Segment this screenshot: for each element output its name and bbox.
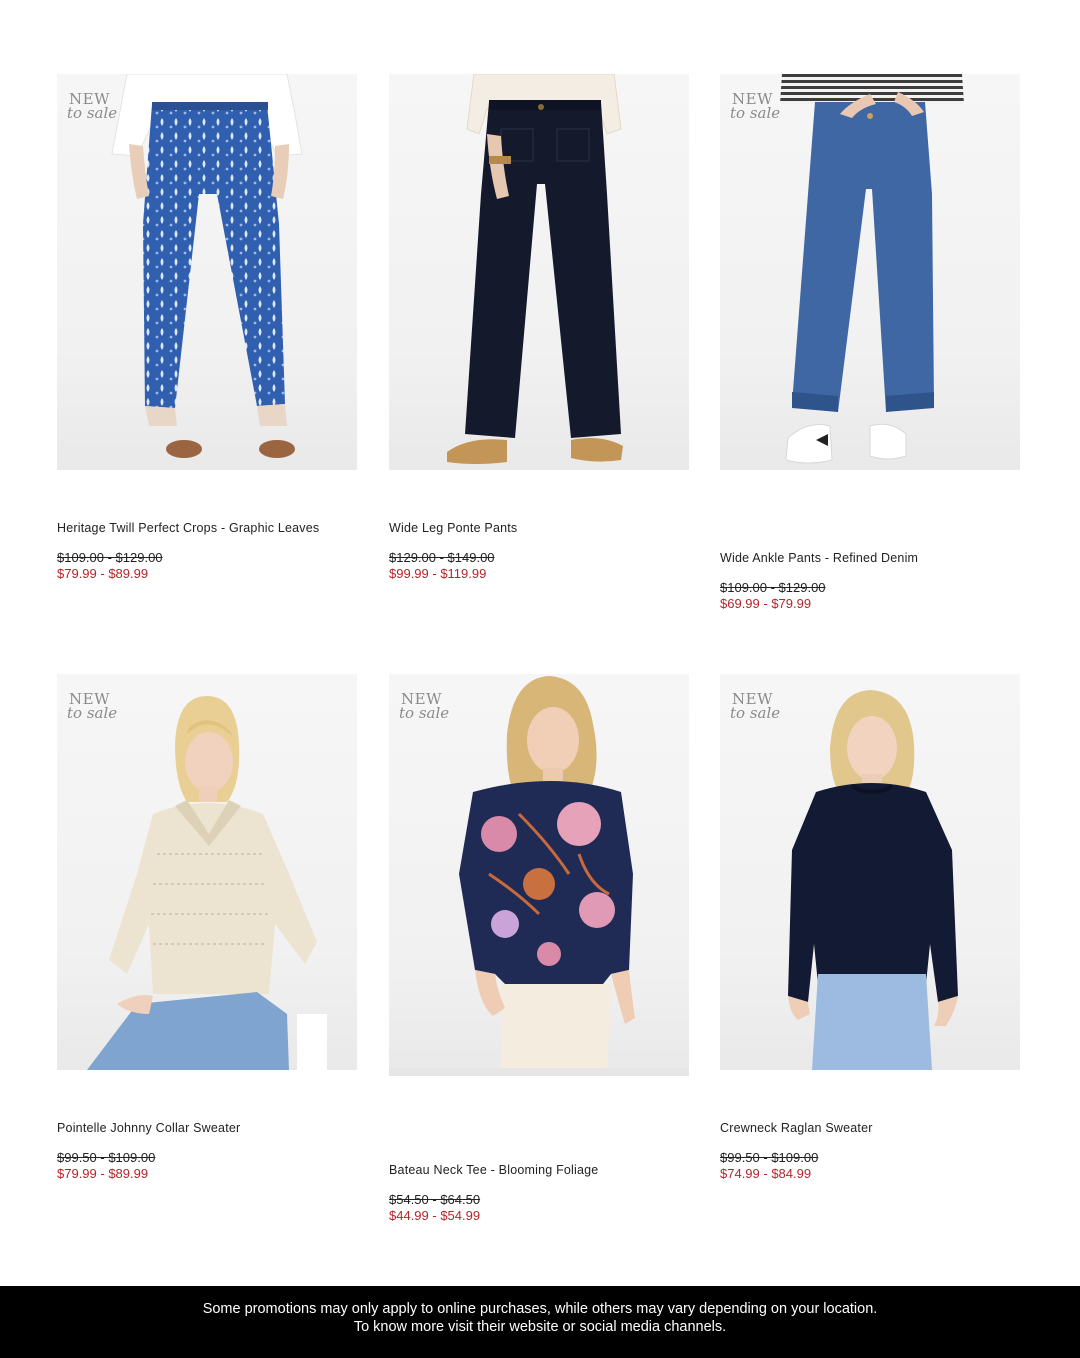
original-price: $109.00 - $129.00 — [57, 550, 163, 565]
sale-price: $79.99 - $89.99 — [57, 566, 149, 581]
new-to-sale-badge: NEW to sale — [399, 692, 450, 722]
product-name[interactable]: Heritage Twill Perfect Crops - Graphic L… — [57, 521, 319, 535]
new-to-sale-badge: NEW to sale — [730, 692, 781, 722]
disclaimer-line-1: Some promotions may only apply to online… — [202, 1301, 878, 1317]
disclaimer-line-2: To know more visit their website or soci… — [353, 1319, 727, 1335]
new-to-sale-badge: NEW to sale — [67, 92, 118, 122]
product-name[interactable]: Wide Leg Ponte Pants — [389, 521, 517, 535]
product-image[interactable]: NEW to sale — [720, 74, 1020, 470]
product-image[interactable]: NEW to sale — [57, 674, 357, 1070]
badge-line-to-sale: to sale — [67, 104, 118, 122]
product-image[interactable]: NEW to sale — [57, 74, 357, 470]
sale-price: $74.99 - $84.99 — [720, 1166, 812, 1181]
sale-price: $44.99 - $54.99 — [389, 1208, 481, 1223]
original-price: $109.00 - $129.00 — [720, 580, 826, 595]
promo-disclaimer-footer: Some promotions may only apply to online… — [0, 1286, 1080, 1358]
new-to-sale-badge: NEW to sale — [730, 92, 781, 122]
product-image[interactable] — [389, 74, 689, 470]
product-name[interactable]: Crewneck Raglan Sweater — [720, 1121, 873, 1135]
badge-line-to-sale: to sale — [67, 704, 118, 722]
badge-line-to-sale: to sale — [730, 704, 781, 722]
original-price: $99.50 - $109.00 — [57, 1150, 156, 1165]
new-to-sale-badge: NEW to sale — [67, 692, 118, 722]
original-price: $129.00 - $149.00 — [389, 550, 495, 565]
badge-line-to-sale: to sale — [399, 704, 450, 722]
sale-price: $69.99 - $79.99 — [720, 596, 812, 611]
product-name[interactable]: Bateau Neck Tee - Blooming Foliage — [389, 1163, 598, 1177]
product-image[interactable]: NEW to sale — [720, 674, 1020, 1070]
original-price: $99.50 - $109.00 — [720, 1150, 819, 1165]
product-image[interactable]: NEW to sale — [389, 674, 689, 1076]
badge-line-to-sale: to sale — [730, 104, 781, 122]
product-name[interactable]: Pointelle Johnny Collar Sweater — [57, 1121, 240, 1135]
sale-price: $79.99 - $89.99 — [57, 1166, 149, 1181]
sale-price: $99.99 - $119.99 — [389, 566, 487, 581]
original-price: $54.50 - $64.50 — [389, 1192, 481, 1207]
product-name[interactable]: Wide Ankle Pants - Refined Denim — [720, 551, 918, 565]
